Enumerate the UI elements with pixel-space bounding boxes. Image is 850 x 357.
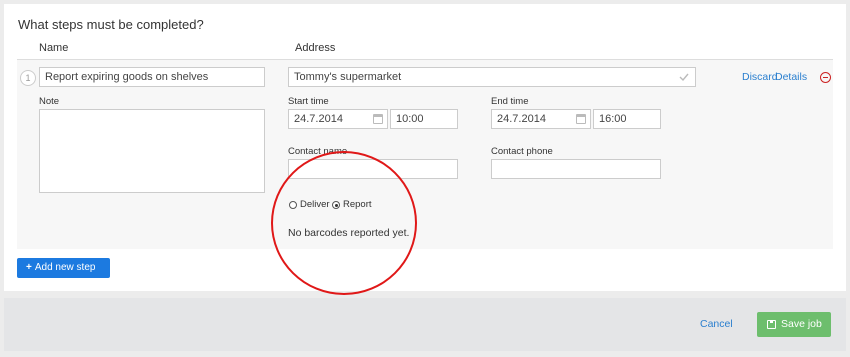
- barcode-message: No barcodes reported yet.: [288, 227, 410, 239]
- end-time-label: End time: [491, 96, 529, 107]
- calendar-icon[interactable]: [373, 114, 383, 124]
- end-hour-input[interactable]: 16:00: [593, 109, 661, 129]
- contact-phone-label: Contact phone: [491, 146, 553, 157]
- report-radio[interactable]: [332, 201, 340, 209]
- contact-name-label: Contact name: [288, 146, 348, 157]
- steps-panel: What steps must be completed? Name Addre…: [4, 4, 846, 291]
- calendar-icon[interactable]: [576, 114, 586, 124]
- save-job-button[interactable]: Save job: [757, 312, 831, 337]
- plus-icon: +: [26, 262, 32, 273]
- discard-link[interactable]: Discard: [742, 71, 778, 83]
- step-name-input[interactable]: Report expiring goods on shelves: [39, 67, 265, 87]
- cancel-link[interactable]: Cancel: [700, 318, 733, 330]
- end-date-input[interactable]: 24.7.2014: [491, 109, 591, 129]
- check-icon: [679, 73, 689, 82]
- step-number-badge: 1: [20, 70, 36, 86]
- contact-phone-input[interactable]: [491, 159, 661, 179]
- start-date-input[interactable]: 24.7.2014: [288, 109, 388, 129]
- note-label: Note: [39, 96, 60, 107]
- step-row: 1 Report expiring goods on shelves Tommy…: [17, 60, 833, 249]
- address-select[interactable]: Tommy's supermarket: [288, 67, 696, 87]
- add-new-step-button[interactable]: + Add new step: [17, 258, 110, 278]
- add-new-step-label: Add new step: [34, 262, 96, 273]
- start-hour-input[interactable]: 10:00: [390, 109, 458, 129]
- start-time-label: Start time: [288, 96, 329, 107]
- footer-bar: Cancel Save job: [4, 298, 846, 351]
- deliver-radio-label: Deliver: [300, 199, 330, 210]
- report-radio-label: Report: [343, 199, 372, 210]
- start-date-value: 24.7.2014: [294, 113, 343, 125]
- contact-name-input[interactable]: [288, 159, 458, 179]
- save-job-label: Save job: [781, 318, 822, 330]
- remove-circle-icon[interactable]: [820, 72, 831, 83]
- deliver-radio[interactable]: [289, 201, 297, 209]
- address-column-header: Address: [295, 42, 336, 54]
- details-link[interactable]: Details: [775, 71, 807, 83]
- steps-heading: What steps must be completed?: [18, 17, 204, 32]
- save-icon: [767, 320, 776, 329]
- address-value: Tommy's supermarket: [294, 71, 402, 83]
- name-column-header: Name: [39, 42, 69, 54]
- end-date-value: 24.7.2014: [497, 113, 546, 125]
- note-textarea[interactable]: [39, 109, 265, 193]
